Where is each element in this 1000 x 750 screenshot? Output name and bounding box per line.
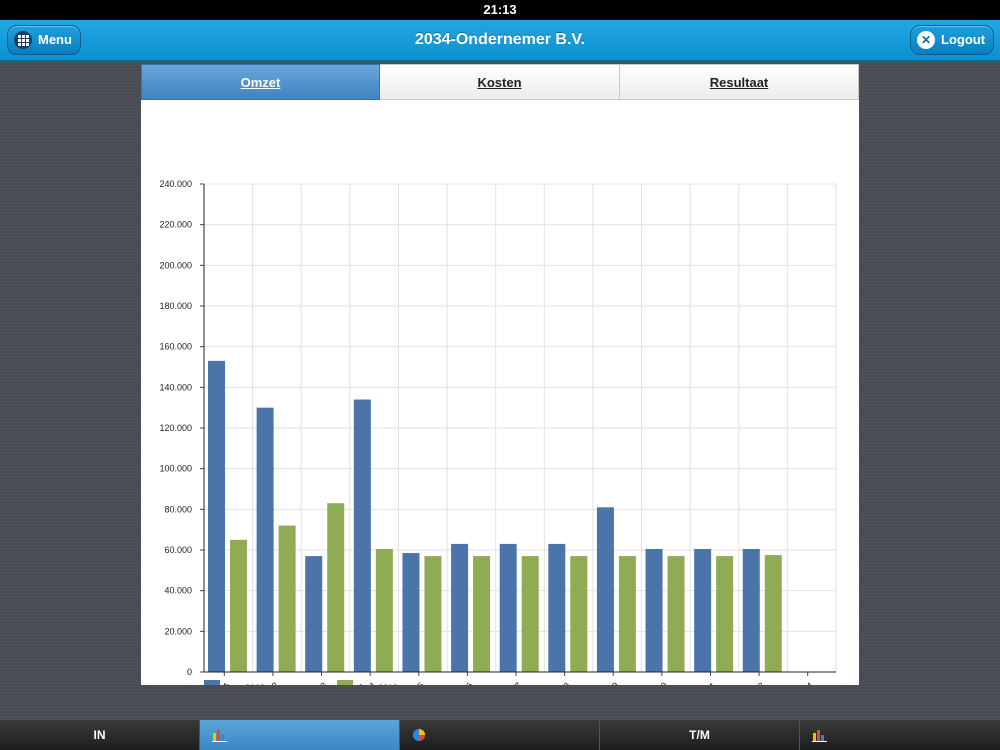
bar-jaar-2012: [230, 539, 247, 672]
x-tick-label: Pn 3: [309, 680, 329, 685]
bar-jaar-2013: [499, 543, 517, 672]
bar-jaar-2013: [645, 548, 663, 672]
pie-chart-icon: [413, 729, 425, 741]
x-tick-label: Pn 10: [646, 680, 670, 685]
toolbar-in-label: IN: [93, 728, 106, 742]
chart-panel: Omzet Kosten Resultaat 0 20.000 40.000 60.0…: [141, 64, 859, 685]
menu-button[interactable]: Menu: [7, 25, 81, 55]
y-tick-label: 20.000: [164, 626, 192, 636]
tab-resultaat[interactable]: Resultaat: [620, 64, 859, 100]
bar-chart-icon: [812, 730, 827, 742]
bar-jaar-2012: [764, 555, 782, 672]
y-tick-label: 160.000: [159, 342, 192, 352]
x-tick-label: Pn 5: [406, 680, 426, 685]
y-tick-label: 100.000: [159, 464, 192, 474]
menu-label: Menu: [38, 32, 72, 47]
bar-jaar-2013: [694, 548, 712, 672]
x-tick-label: Pn 7: [503, 680, 523, 685]
bar-jaar-2012: [278, 525, 296, 672]
toolbar-item-bar-chart[interactable]: [200, 720, 400, 750]
bar-jaar-2012: [667, 556, 685, 672]
bar-jaar-2012: [716, 556, 734, 672]
legend-swatch: [204, 680, 220, 685]
y-tick-label: 180.000: [159, 301, 192, 311]
bar-jaar-2012: [473, 556, 491, 672]
bar-jaar-2012: [327, 503, 345, 672]
tab-kosten[interactable]: Kosten: [380, 64, 620, 100]
grid-icon: [14, 31, 32, 49]
x-tick-label: Pn 14: [791, 680, 815, 685]
bar-jaar-2013: [596, 507, 614, 672]
bar-jaar-2013: [208, 360, 225, 672]
x-tick-label: Pn 8: [552, 680, 572, 685]
y-tick-label: 120.000: [159, 423, 192, 433]
legend-label: Jaar 2013: [225, 683, 265, 685]
x-tick-label: Pn 9: [600, 680, 620, 685]
x-tick-label: Pn 11: [695, 680, 718, 685]
logout-label: Logout: [941, 32, 986, 47]
bar-jaar-2013: [742, 548, 760, 672]
bar-jaar-2013: [451, 543, 469, 672]
bar-jaar-2012: [618, 556, 636, 672]
toolbar-item-bar-chart-2[interactable]: [800, 720, 1000, 750]
bar-jaar-2012: [424, 556, 442, 672]
toolbar-item-in[interactable]: IN: [0, 720, 200, 750]
bar-jaar-2013: [402, 553, 420, 672]
toolbar-tm-label: T/M: [689, 728, 710, 742]
y-tick-label: 140.000: [159, 382, 192, 392]
y-tick-label: 80.000: [164, 504, 192, 514]
bar-jaar-2013: [548, 543, 566, 672]
toolbar-item-tm[interactable]: T/M: [600, 720, 800, 750]
status-time: 21:13: [483, 2, 517, 17]
tab-bar: Omzet Kosten Resultaat: [141, 64, 859, 100]
page-title: 2034-Ondernemer B.V.: [414, 31, 586, 48]
y-tick-label: 0: [187, 667, 192, 677]
bar-jaar-2012: [375, 548, 393, 672]
toolbar-item-pie-chart[interactable]: [400, 720, 600, 750]
bar-jaar-2012: [521, 556, 539, 672]
bar-jaar-2013: [305, 556, 323, 672]
y-tick-label: 200.000: [159, 260, 192, 270]
legend-swatch: [337, 680, 353, 685]
y-tick-label: 220.000: [159, 220, 192, 230]
y-tick-label: 240.000: [159, 179, 192, 189]
tab-omzet[interactable]: Omzet: [141, 64, 380, 100]
status-bar: 21:13: [0, 0, 1000, 20]
y-tick-label: 60.000: [164, 545, 192, 555]
logout-button[interactable]: ✕ Logout: [910, 25, 994, 55]
bottom-toolbar: IN T/M: [0, 719, 1000, 750]
bar-chart-icon: [212, 730, 227, 742]
revenue-bar-chart: 0 20.000 40.000 60.000 80.000 100.000 120.000 1…: [159, 179, 837, 685]
legend-label: Jaar 2012: [358, 683, 398, 685]
bar-jaar-2012: [570, 556, 588, 672]
close-icon: ✕: [917, 31, 935, 49]
x-tick-label: Pn 12: [743, 680, 767, 685]
app-header: 2034-Ondernemer B.V. Menu ✕ Logout: [0, 20, 1000, 61]
y-tick-label: 40.000: [164, 586, 192, 596]
bar-jaar-2013: [256, 407, 274, 672]
x-tick-label: Pn 6: [455, 680, 475, 685]
bar-jaar-2013: [353, 399, 371, 672]
